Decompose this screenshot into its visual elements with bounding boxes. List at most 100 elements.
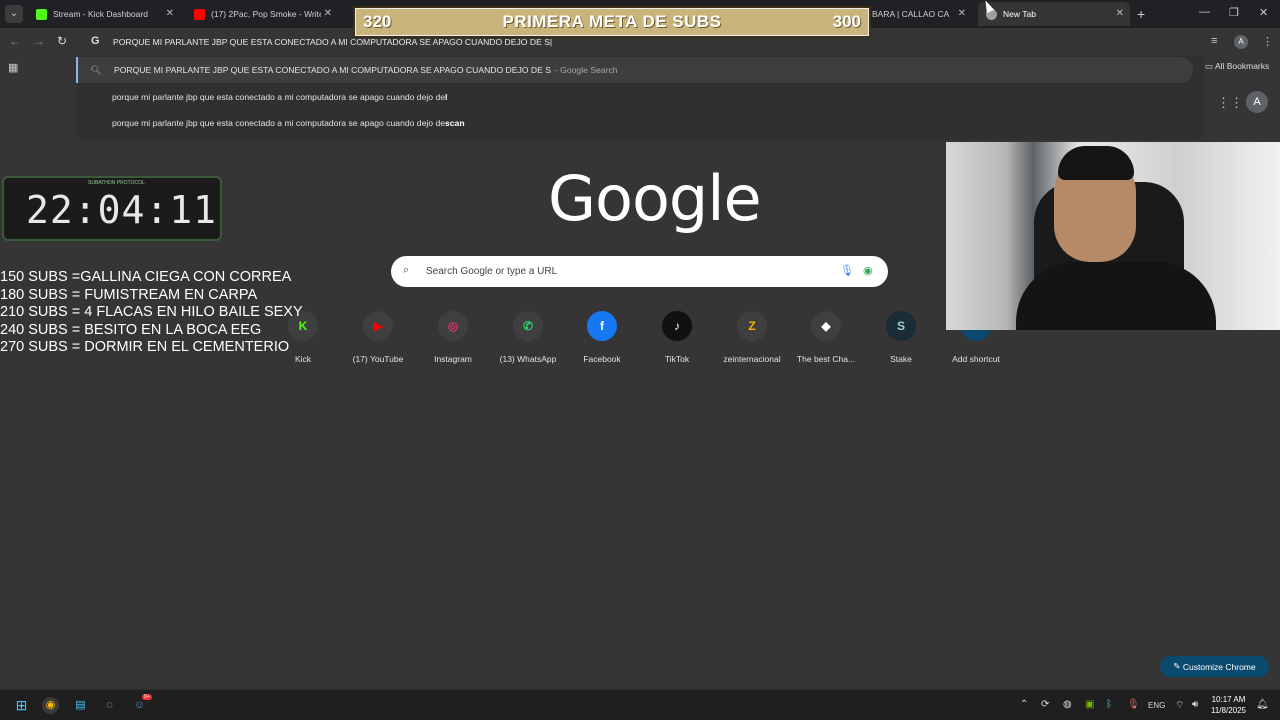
obs-icon[interactable]: ◌ bbox=[101, 697, 118, 714]
close-tab-icon[interactable]: ✕ bbox=[958, 8, 966, 19]
google-g-icon: G bbox=[91, 35, 100, 47]
suggestion-text: porque mi parlante jbp que esta conectad… bbox=[112, 118, 445, 128]
tab-kick-dashboard[interactable]: Stream - Kick Dashboard ✕ bbox=[28, 2, 180, 26]
sub-goal-item: 150 SUBS =GALLINA CIEGA CON CORREA bbox=[0, 269, 292, 285]
shortcut-tiktok[interactable]: ♪ TikTok bbox=[640, 311, 714, 364]
menu-icon[interactable]: ⋮ bbox=[1262, 35, 1273, 48]
subathon-timer: SUBATHON PROTOCOL 22:04:11 bbox=[2, 176, 222, 241]
shortcut-whatsapp[interactable]: ✆ (13) WhatsApp bbox=[491, 311, 565, 364]
windows-taskbar: ⊞ ◉ ▤ ◌ ☺ 9+ ⌃ ⟳ ◍ ▣ ᛒ 🎙︎ ENG ⌔ 🔊︎ 10:17… bbox=[0, 689, 1280, 720]
nvidia-icon[interactable]: ▣ bbox=[1085, 699, 1094, 710]
clock-time: 10:17 AM bbox=[1211, 695, 1246, 704]
suggestion-completion: scan bbox=[445, 118, 465, 128]
webcam-feed bbox=[946, 142, 1280, 330]
customize-chrome-button[interactable]: ✎ Customize Chrome bbox=[1160, 656, 1269, 677]
tab-youtube[interactable]: (17) 2Pac, Pop Smoke - Write T ✕ bbox=[186, 2, 338, 26]
google-apps-icon[interactable]: ⋮⋮ bbox=[1217, 95, 1243, 111]
tab-title: Stream - Kick Dashboard bbox=[53, 9, 148, 19]
google-logo: Google bbox=[548, 162, 762, 235]
profile-avatar[interactable]: A bbox=[1234, 35, 1248, 49]
search-icon: ⌕ bbox=[403, 264, 410, 276]
chevron-up-icon[interactable]: ⌃ bbox=[1020, 699, 1028, 710]
search-placeholder: Search Google or type a URL bbox=[426, 266, 558, 277]
goal-current: 320 bbox=[363, 12, 392, 31]
notepad-icon[interactable]: ▤ bbox=[72, 697, 89, 714]
whatsapp-icon: ✆ bbox=[513, 311, 543, 341]
shortcut-zeinternacional[interactable]: Z zeinternacional bbox=[715, 311, 789, 364]
timer-subtitle: SUBATHON PROTOCOL bbox=[88, 180, 145, 186]
tab-title: (17) 2Pac, Pop Smoke - Write T bbox=[211, 9, 321, 19]
notifications-icon[interactable]: 🔔︎ bbox=[1256, 699, 1269, 710]
shortcut-facebook[interactable]: f Facebook bbox=[565, 311, 639, 364]
volume-icon[interactable]: 🔊︎ bbox=[1192, 699, 1198, 710]
shortcut-label: Instagram bbox=[434, 354, 472, 364]
shortcut-youtube[interactable]: ▶ (17) YouTube bbox=[341, 311, 415, 364]
reload-icon[interactable]: ↻ bbox=[57, 34, 67, 48]
minimize-icon[interactable]: — bbox=[1199, 6, 1210, 18]
folder-icon: ▭ bbox=[1205, 61, 1215, 71]
facebook-icon: f bbox=[587, 311, 617, 341]
shortcut-label: (13) WhatsApp bbox=[499, 354, 557, 364]
kick-favicon-icon bbox=[36, 8, 47, 20]
suggestion-row[interactable]: porque mi parlante jbp que esta conectad… bbox=[76, 110, 1193, 136]
language-indicator[interactable]: ENG bbox=[1148, 701, 1165, 710]
suggestion-suffix: - Google Search bbox=[554, 65, 618, 75]
close-window-icon[interactable]: ✕ bbox=[1259, 6, 1268, 19]
suggestion-completion: l bbox=[445, 92, 448, 102]
instagram-icon: ◎ bbox=[438, 311, 468, 341]
back-icon[interactable]: ← bbox=[9, 34, 21, 48]
sync-icon[interactable]: ⟳ bbox=[1041, 699, 1049, 710]
wifi-icon[interactable]: ⌔ bbox=[1175, 699, 1184, 712]
taskbar-clock[interactable]: 10:17 AM 11/8/2025 bbox=[1211, 694, 1246, 716]
youtube-favicon-icon bbox=[194, 8, 205, 20]
sub-goal-item: 180 SUBS = FUMISTREAM EN CARPA bbox=[0, 286, 258, 303]
omnibox-input[interactable]: PORQUE MI PARLANTE JBP QUE ESTA CONECTAD… bbox=[113, 37, 552, 47]
chrome-icon[interactable]: ◉ bbox=[42, 697, 59, 714]
bluetooth-icon[interactable]: ᛒ bbox=[1106, 699, 1112, 710]
apps-grid-icon[interactable]: ▦ bbox=[8, 61, 18, 74]
suggestion-text: porque mi parlante jbp que esta conectad… bbox=[112, 92, 445, 102]
new-tab-button[interactable]: + bbox=[1137, 6, 1145, 22]
shortcut-instagram[interactable]: ◎ Instagram bbox=[416, 311, 490, 364]
tab-callao[interactable]: BARA | CALLAO CART ✕ bbox=[862, 2, 972, 26]
close-tab-icon[interactable]: ✕ bbox=[1116, 8, 1124, 19]
media-controls-icon[interactable]: ≡ bbox=[1211, 35, 1217, 47]
restore-icon[interactable]: ❐ bbox=[1229, 6, 1239, 19]
search-icon: 🔍︎ bbox=[90, 64, 102, 75]
clock-date: 11/8/2025 bbox=[1211, 706, 1246, 715]
microphone-icon[interactable]: 🎙︎ bbox=[1127, 699, 1140, 710]
network-globe-icon[interactable]: ◍ bbox=[1063, 699, 1072, 710]
pencil-icon: ✎ bbox=[1173, 661, 1183, 671]
shortcut-label: (17) YouTube bbox=[352, 354, 404, 364]
ntp-avatar[interactable]: A bbox=[1246, 91, 1268, 113]
tiktok-icon: ♪ bbox=[662, 311, 692, 341]
tab-title: New Tab bbox=[1003, 9, 1036, 19]
suggestion-row[interactable]: 🔍︎ PORQUE MI PARLANTE JBP QUE ESTA CONEC… bbox=[76, 57, 1193, 83]
zeinternacional-icon: Z bbox=[737, 311, 767, 341]
all-bookmarks-button[interactable]: ▭ All Bookmarks bbox=[1205, 61, 1269, 72]
tab-search-button[interactable]: ⌄ bbox=[5, 5, 23, 23]
shortcut-label: zeinternacional bbox=[723, 354, 781, 364]
goal-title: PRIMERA META DE SUBS bbox=[502, 12, 722, 31]
ntp-search-box[interactable]: ⌕ Search Google or type a URL 🎙︎ ◉ bbox=[391, 256, 888, 287]
shortcut-label: Stake bbox=[890, 354, 912, 364]
chat-site-icon: ◆ bbox=[811, 311, 841, 341]
sub-goals-list: 150 SUBS =GALLINA CIEGA CON CORREA 180 S… bbox=[0, 269, 303, 357]
forward-icon[interactable]: → bbox=[33, 34, 45, 48]
windows-start-icon[interactable]: ⊞ bbox=[13, 697, 30, 714]
close-tab-icon[interactable]: ✕ bbox=[166, 8, 174, 19]
customize-label: Customize Chrome bbox=[1182, 661, 1256, 672]
tab-title: BARA | CALLAO CART bbox=[872, 9, 950, 19]
suggestion-row[interactable]: porque mi parlante jbp que esta conectad… bbox=[76, 84, 1193, 110]
tab-new-tab[interactable]: New Tab ✕ bbox=[978, 2, 1130, 26]
shortcut-stake[interactable]: S Stake bbox=[864, 311, 938, 364]
close-tab-icon[interactable]: ✕ bbox=[324, 8, 332, 19]
shortcut-label: Add shortcut bbox=[952, 354, 1000, 364]
shortcut-best-chat[interactable]: ◆ The best Cha... bbox=[789, 311, 863, 364]
streamer-body bbox=[1016, 262, 1216, 330]
microphone-icon[interactable]: 🎙︎ bbox=[840, 264, 854, 277]
sub-goal-item: 270 SUBS = DORMIR EN EL CEMENTERIO bbox=[0, 339, 290, 355]
all-bookmarks-label: All Bookmarks bbox=[1214, 61, 1270, 71]
discord-badge: 9+ bbox=[142, 694, 152, 700]
google-lens-icon[interactable]: ◉ bbox=[863, 264, 873, 277]
